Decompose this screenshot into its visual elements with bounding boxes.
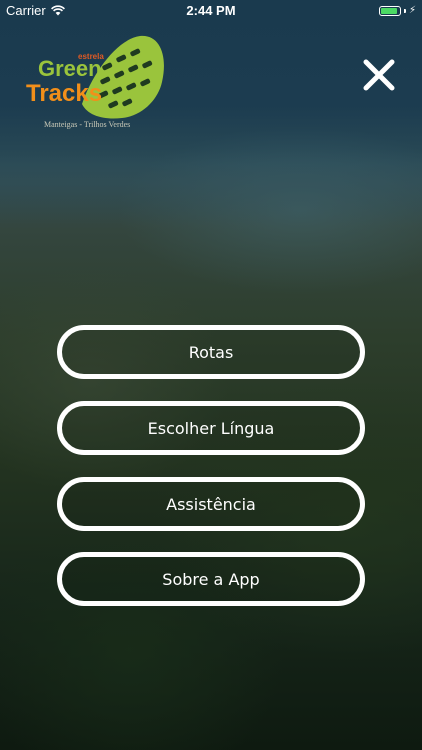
menu-button-label: Sobre a App [162,569,260,589]
battery-fill [380,7,397,14]
menu-button-label: Assistência [166,494,256,514]
battery-tip [403,8,406,13]
menu-button-sobre-a-app[interactable]: Sobre a App [57,552,365,606]
close-icon [363,59,395,91]
menu-button-label: Rotas [188,342,234,362]
logo-subtitle: Manteigas - Trilhos Verdes [44,120,131,129]
charging-icon: ⚡ [408,5,416,16]
status-time: 2:44 PM [186,3,236,18]
battery-icon [378,5,401,16]
logo-tracks: Tracks [26,80,103,107]
menu-button-rotas[interactable]: Rotas [57,325,365,379]
background-ridge [0,150,422,230]
menu-button-assistencia[interactable]: Assistência [57,477,365,531]
green-tracks-logo: estrela Green Tracks Manteigas - Trilhos… [22,34,172,134]
close-button[interactable] [360,56,398,94]
logo-green: Green [38,56,102,81]
menu-button-escolher-lingua[interactable]: Escolher Língua [57,401,365,455]
menu-button-label: Escolher Língua [147,418,275,438]
status-bar: Carrier 2:44 PM ⚡ [0,0,422,22]
battery-group: ⚡ [378,5,416,16]
